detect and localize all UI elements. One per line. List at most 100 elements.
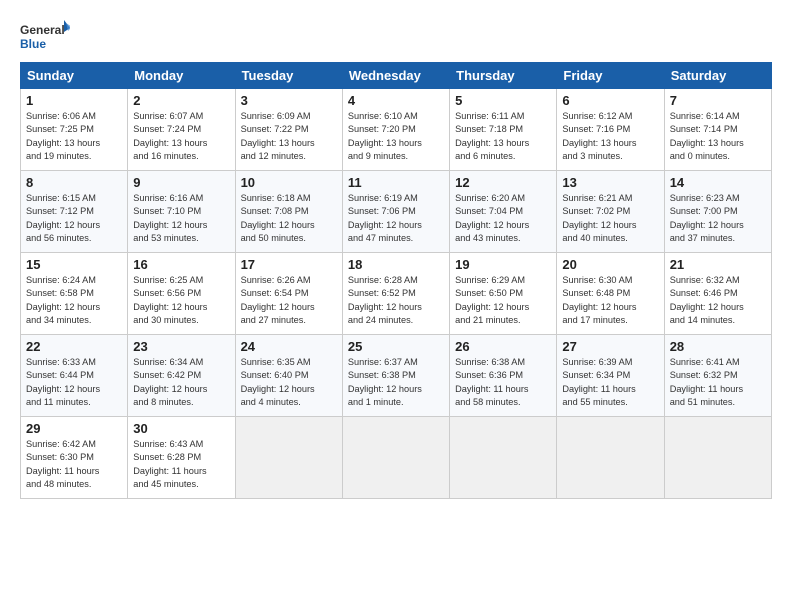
day-number: 19 — [455, 257, 551, 272]
day-info: Sunrise: 6:29 AM Sunset: 6:50 PM Dayligh… — [455, 274, 551, 327]
day-number: 1 — [26, 93, 122, 108]
day-number: 21 — [670, 257, 766, 272]
day-info: Sunrise: 6:39 AM Sunset: 6:34 PM Dayligh… — [562, 356, 658, 409]
calendar-cell: 27Sunrise: 6:39 AM Sunset: 6:34 PM Dayli… — [557, 335, 664, 417]
weekday-header-wednesday: Wednesday — [342, 63, 449, 89]
day-number: 22 — [26, 339, 122, 354]
day-number: 25 — [348, 339, 444, 354]
day-number: 5 — [455, 93, 551, 108]
weekday-header-sunday: Sunday — [21, 63, 128, 89]
day-info: Sunrise: 6:24 AM Sunset: 6:58 PM Dayligh… — [26, 274, 122, 327]
calendar-cell: 19 Sunrise: 6:29 AM Sunset: 6:50 PM Dayli… — [450, 253, 557, 335]
calendar-cell: 30 Sunrise: 6:43 AM Sunset: 6:28 PM Dayli… — [128, 417, 235, 499]
day-number: 17 — [241, 257, 337, 272]
day-info: Sunrise: 6:11 AM Sunset: 7:18 PM Dayligh… — [455, 110, 551, 163]
day-info: Sunrise: 6:25 AM Sunset: 6:56 PM Dayligh… — [133, 274, 229, 327]
day-number: 4 — [348, 93, 444, 108]
day-info: Sunrise: 6:16 AM Sunset: 7:10 PM Dayligh… — [133, 192, 229, 245]
day-info: Sunrise: 6:26 AM Sunset: 6:54 PM Dayligh… — [241, 274, 337, 327]
calendar-cell — [664, 417, 771, 499]
calendar-cell: 1 Sunrise: 6:06 AM Sunset: 7:25 PM Daylig… — [21, 89, 128, 171]
weekday-header-tuesday: Tuesday — [235, 63, 342, 89]
logo: General Blue — [20, 18, 70, 54]
day-info: Sunrise: 6:21 AM Sunset: 7:02 PM Dayligh… — [562, 192, 658, 245]
day-info: Sunrise: 6:32 AM Sunset: 6:46 PM Dayligh… — [670, 274, 766, 327]
day-info: Sunrise: 6:09 AM Sunset: 7:22 PM Dayligh… — [241, 110, 337, 163]
weekday-header-monday: Monday — [128, 63, 235, 89]
day-info: Sunrise: 6:35 AM Sunset: 6:40 PM Dayligh… — [241, 356, 337, 409]
day-number: 12 — [455, 175, 551, 190]
day-number: 26 — [455, 339, 551, 354]
calendar-cell: 8 Sunrise: 6:15 AM Sunset: 7:12 PM Daylig… — [21, 171, 128, 253]
day-number: 15 — [26, 257, 122, 272]
weekday-header-friday: Friday — [557, 63, 664, 89]
day-info: Sunrise: 6:10 AM Sunset: 7:20 PM Dayligh… — [348, 110, 444, 163]
day-info: Sunrise: 6:12 AM Sunset: 7:16 PM Dayligh… — [562, 110, 658, 163]
svg-text:Blue: Blue — [20, 37, 46, 51]
calendar-cell: 24 Sunrise: 6:35 AM Sunset: 6:40 PM Dayli… — [235, 335, 342, 417]
calendar-cell: 6 Sunrise: 6:12 AM Sunset: 7:16 PM Daylig… — [557, 89, 664, 171]
day-info: Sunrise: 6:42 AM Sunset: 6:30 PM Dayligh… — [26, 438, 122, 491]
calendar-cell: 13 Sunrise: 6:21 AM Sunset: 7:02 PM Dayli… — [557, 171, 664, 253]
calendar-cell: 28 Sunrise: 6:41 AM Sunset: 6:32 PM Dayli… — [664, 335, 771, 417]
calendar-cell — [557, 417, 664, 499]
calendar-cell: 25 Sunrise: 6:37 AM Sunset: 6:38 PM Dayli… — [342, 335, 449, 417]
calendar-cell — [235, 417, 342, 499]
day-number: 28 — [670, 339, 766, 354]
day-info: Sunrise: 6:23 AM Sunset: 7:00 PM Dayligh… — [670, 192, 766, 245]
day-info: Sunrise: 6:43 AM Sunset: 6:28 PM Dayligh… — [133, 438, 229, 491]
calendar-cell: 14 Sunrise: 6:23 AM Sunset: 7:00 PM Dayli… — [664, 171, 771, 253]
day-info: Sunrise: 6:07 AM Sunset: 7:24 PM Dayligh… — [133, 110, 229, 163]
calendar-cell: 16 Sunrise: 6:25 AM Sunset: 6:56 PM Dayli… — [128, 253, 235, 335]
day-info: Sunrise: 6:41 AM Sunset: 6:32 PM Dayligh… — [670, 356, 766, 409]
calendar: SundayMondayTuesdayWednesdayThursdayFrid… — [20, 62, 772, 499]
day-info: Sunrise: 6:38 AM Sunset: 6:36 PM Dayligh… — [455, 356, 551, 409]
calendar-week-row: 22 Sunrise: 6:33 AM Sunset: 6:44 PM Dayli… — [21, 335, 772, 417]
day-number: 14 — [670, 175, 766, 190]
weekday-header-thursday: Thursday — [450, 63, 557, 89]
day-number: 30 — [133, 421, 229, 436]
calendar-cell: 9 Sunrise: 6:16 AM Sunset: 7:10 PM Daylig… — [128, 171, 235, 253]
calendar-week-row: 29 Sunrise: 6:42 AM Sunset: 6:30 PM Dayli… — [21, 417, 772, 499]
calendar-cell: 2Sunrise: 6:07 AM Sunset: 7:24 PM Daylig… — [128, 89, 235, 171]
calendar-cell: 15 Sunrise: 6:24 AM Sunset: 6:58 PM Dayli… — [21, 253, 128, 335]
calendar-cell: 21 Sunrise: 6:32 AM Sunset: 6:46 PM Dayli… — [664, 253, 771, 335]
calendar-header-row: SundayMondayTuesdayWednesdayThursdayFrid… — [21, 63, 772, 89]
calendar-cell: 12 Sunrise: 6:20 AM Sunset: 7:04 PM Dayli… — [450, 171, 557, 253]
calendar-cell: 5 Sunrise: 6:11 AM Sunset: 7:18 PM Daylig… — [450, 89, 557, 171]
day-number: 6 — [562, 93, 658, 108]
day-number: 10 — [241, 175, 337, 190]
day-info: Sunrise: 6:37 AM Sunset: 6:38 PM Dayligh… — [348, 356, 444, 409]
day-number: 13 — [562, 175, 658, 190]
day-info: Sunrise: 6:33 AM Sunset: 6:44 PM Dayligh… — [26, 356, 122, 409]
calendar-cell: 18 Sunrise: 6:28 AM Sunset: 6:52 PM Dayli… — [342, 253, 449, 335]
day-number: 8 — [26, 175, 122, 190]
calendar-cell: 23Sunrise: 6:34 AM Sunset: 6:42 PM Dayli… — [128, 335, 235, 417]
day-info: Sunrise: 6:15 AM Sunset: 7:12 PM Dayligh… — [26, 192, 122, 245]
page: General Blue SundayMondayTuesdayWednesda… — [0, 0, 792, 509]
calendar-cell — [450, 417, 557, 499]
day-number: 16 — [133, 257, 229, 272]
calendar-cell: 17 Sunrise: 6:26 AM Sunset: 6:54 PM Dayli… — [235, 253, 342, 335]
calendar-cell: 29 Sunrise: 6:42 AM Sunset: 6:30 PM Dayli… — [21, 417, 128, 499]
day-info: Sunrise: 6:18 AM Sunset: 7:08 PM Dayligh… — [241, 192, 337, 245]
calendar-cell: 7Sunrise: 6:14 AM Sunset: 7:14 PM Daylig… — [664, 89, 771, 171]
calendar-cell: 26 Sunrise: 6:38 AM Sunset: 6:36 PM Dayli… — [450, 335, 557, 417]
calendar-week-row: 15 Sunrise: 6:24 AM Sunset: 6:58 PM Dayli… — [21, 253, 772, 335]
weekday-header-saturday: Saturday — [664, 63, 771, 89]
day-info: Sunrise: 6:20 AM Sunset: 7:04 PM Dayligh… — [455, 192, 551, 245]
day-info: Sunrise: 6:28 AM Sunset: 6:52 PM Dayligh… — [348, 274, 444, 327]
day-number: 9 — [133, 175, 229, 190]
calendar-cell — [342, 417, 449, 499]
header: General Blue — [20, 18, 772, 54]
calendar-cell: 3 Sunrise: 6:09 AM Sunset: 7:22 PM Daylig… — [235, 89, 342, 171]
day-info: Sunrise: 6:06 AM Sunset: 7:25 PM Dayligh… — [26, 110, 122, 163]
calendar-cell: 10 Sunrise: 6:18 AM Sunset: 7:08 PM Dayli… — [235, 171, 342, 253]
day-number: 23 — [133, 339, 229, 354]
day-number: 3 — [241, 93, 337, 108]
calendar-cell: 11Sunrise: 6:19 AM Sunset: 7:06 PM Dayli… — [342, 171, 449, 253]
day-number: 24 — [241, 339, 337, 354]
day-number: 29 — [26, 421, 122, 436]
day-number: 18 — [348, 257, 444, 272]
calendar-week-row: 1 Sunrise: 6:06 AM Sunset: 7:25 PM Daylig… — [21, 89, 772, 171]
